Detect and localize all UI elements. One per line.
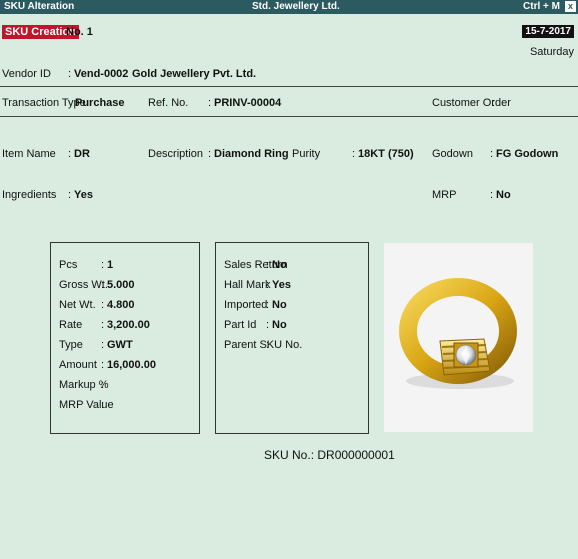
left_box-label: Amount — [59, 359, 97, 371]
right_box-value[interactable]: Yes — [272, 279, 291, 291]
product-image — [384, 243, 533, 432]
left_box-value[interactable]: 16,000.00 — [107, 359, 156, 371]
right_box-value[interactable]: No — [272, 259, 287, 271]
sku-number-value: DR000000001 — [317, 448, 395, 462]
right_box-label: Hall Mark — [224, 279, 271, 291]
left_box-value[interactable]: 3,200.00 — [107, 319, 150, 331]
mrp-label: MRP — [432, 189, 457, 201]
godown-value[interactable]: FG Godown — [496, 148, 558, 160]
divider — [0, 86, 578, 87]
left_box-label: Pcs — [59, 259, 78, 271]
date-badge[interactable]: 15-7-2017 — [522, 25, 574, 38]
left_box-label: Net Wt. — [59, 299, 96, 311]
customer-order-value[interactable]: : — [492, 97, 495, 109]
left_box-label: MRP Value — [59, 399, 114, 411]
left_box-value[interactable]: 4.800 — [107, 299, 135, 311]
voucher-number: No. 1 — [66, 26, 93, 38]
mrp-value[interactable]: No — [496, 189, 511, 201]
flags-panel: Sales Return: No Hall Mark: Yes Imported: No P… — [215, 242, 369, 434]
purity-value[interactable]: 18KT (750) — [358, 148, 414, 160]
window-title: SKU Alteration — [4, 1, 75, 12]
right_box-label: Part Id — [224, 319, 257, 331]
ref-no-label: Ref. No. — [148, 97, 189, 109]
customer-order-label: Customer Order — [432, 97, 511, 109]
left_box-value[interactable]: GWT — [107, 339, 133, 351]
gold-diamond-ring-icon — [399, 278, 517, 389]
description-value[interactable]: Diamond Ring — [214, 148, 289, 160]
weight-details-panel: Pcs:1 Gross Wt.:5.000 Net Wt.:4.800 Rate:3,… — [50, 242, 200, 434]
right_box-value[interactable]: No — [272, 319, 287, 331]
shortcut-hint[interactable]: Ctrl + M — [523, 1, 560, 12]
right_box-label: Imported — [224, 299, 268, 311]
divider — [0, 116, 578, 117]
item-name-value[interactable]: DR — [74, 148, 90, 160]
ingredients-label: Ingredients — [2, 189, 57, 201]
item-name-label: Item Name — [2, 148, 56, 160]
vendor-id-label: Vendor ID — [2, 68, 51, 80]
left_box-label: Rate — [59, 319, 83, 331]
title-bar: SKU Alteration Std. Jewellery Ltd. Ctrl … — [0, 0, 578, 14]
description-label: Description — [148, 148, 204, 160]
transaction-type-value[interactable]: Purchase — [75, 97, 125, 109]
company-name: Std. Jewellery Ltd. — [252, 1, 340, 12]
right_box-value[interactable]: No — [272, 299, 287, 311]
ref-no-value[interactable]: PRINV-00004 — [214, 97, 281, 109]
left_box-value[interactable]: 1 — [107, 259, 113, 271]
right_box-label: Parent SKU No. — [224, 339, 303, 351]
close-icon[interactable]: x — [565, 1, 576, 12]
godown-label: Godown — [432, 148, 473, 160]
sku-number-label: SKU No. — [264, 448, 311, 462]
ingredients-value[interactable]: Yes — [74, 189, 93, 201]
vendor-id-value[interactable]: Vend-0002 — [74, 68, 128, 80]
left_box-value[interactable]: 5.000 — [107, 279, 135, 291]
sku-number: SKU No.: DR000000001 — [264, 448, 395, 462]
purity-label: Purity — [292, 148, 321, 160]
day-label: Saturday — [529, 46, 574, 58]
left_box-label: Type — [59, 339, 83, 351]
vendor-name: Gold Jewellery Pvt. Ltd. — [132, 68, 257, 80]
